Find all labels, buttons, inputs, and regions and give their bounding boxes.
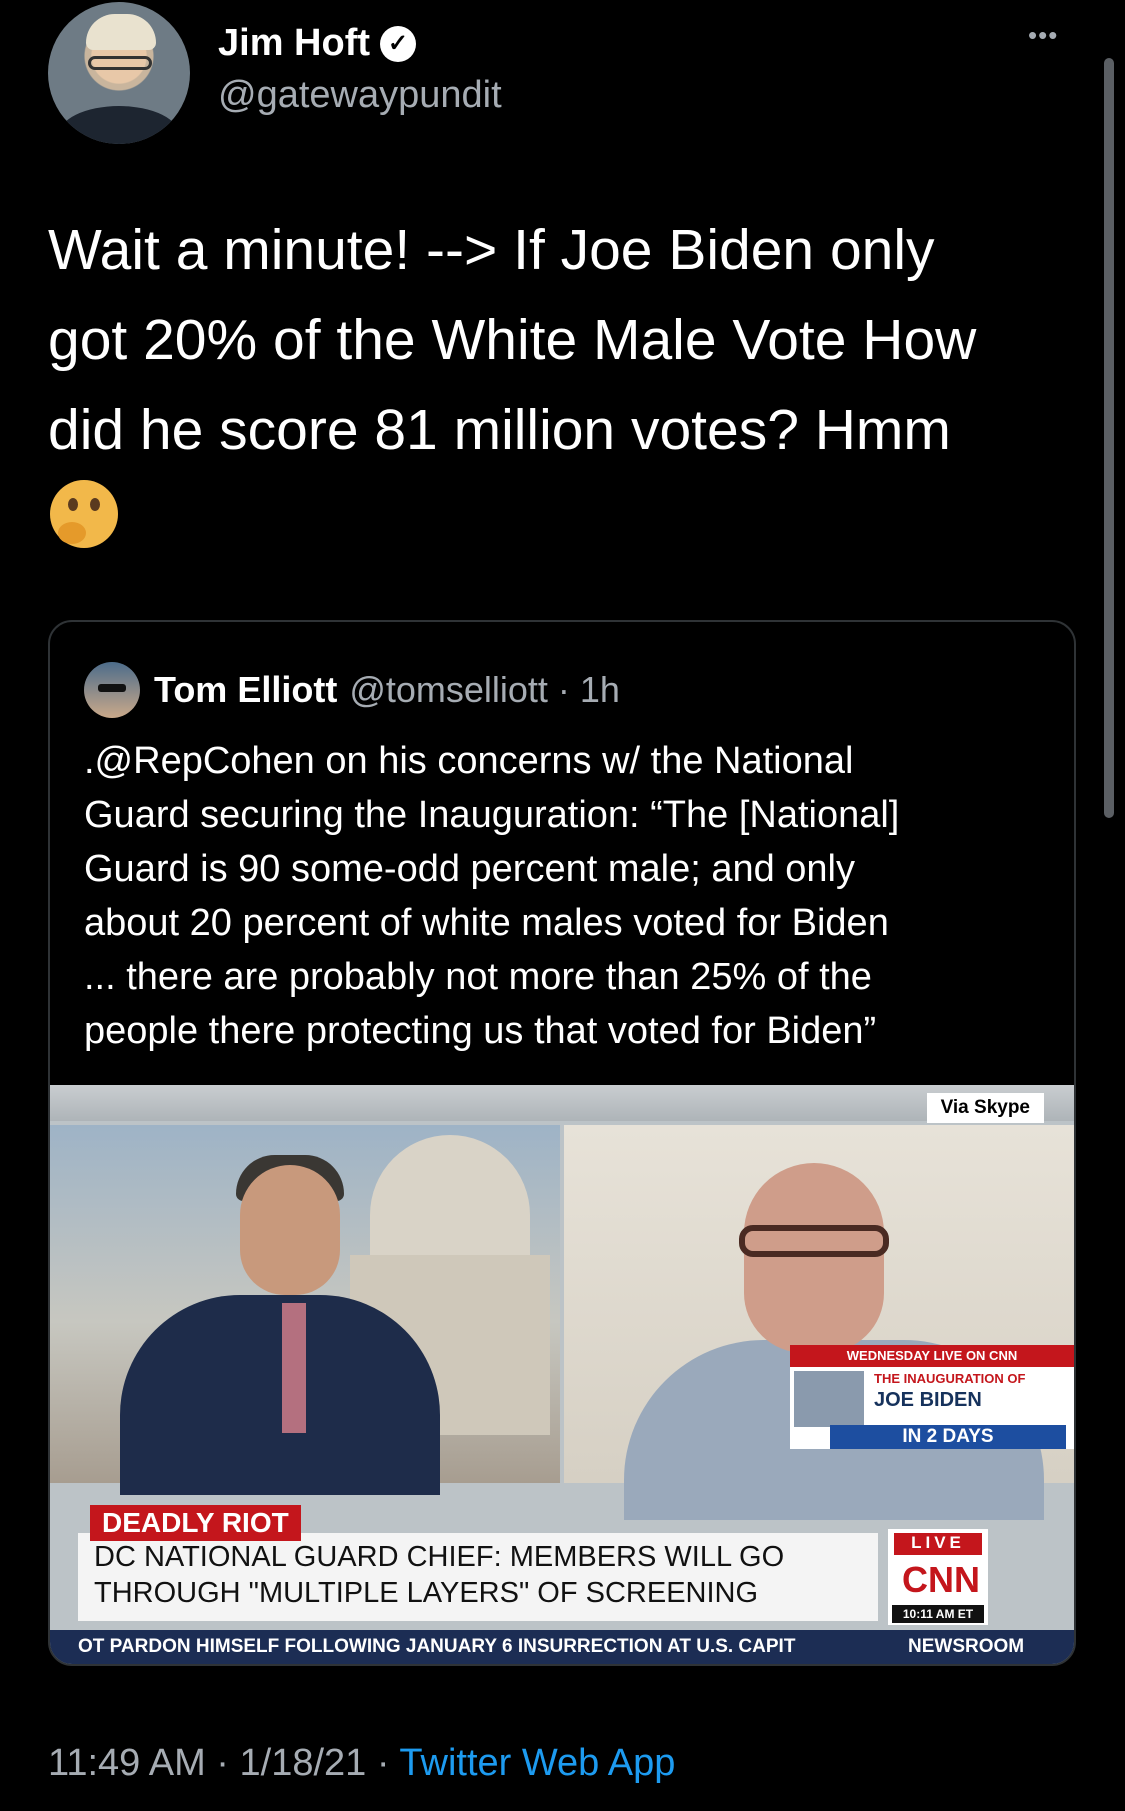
cnn-logo: CNN: [902, 1559, 980, 1600]
avatar-glasses: [88, 56, 152, 70]
quoted-tweet-text: .@RepCohen on his concerns w/ the Nation…: [84, 740, 900, 1052]
scrollbar[interactable]: [1104, 58, 1114, 818]
quoted-author-avatar[interactable]: [84, 662, 140, 718]
inauguration-promo: WEDNESDAY LIVE ON CNN THE INAUGURATION O…: [790, 1345, 1074, 1455]
via-skype-label: Via Skype: [926, 1093, 1044, 1123]
quoted-author-name[interactable]: Tom Elliott: [154, 669, 337, 711]
anchor-body: [120, 1295, 440, 1495]
chyron-headline: DC NATIONAL GUARD CHIEF: MEMBERS WILL GO…: [94, 1541, 785, 1609]
promo-box: THE INAUGURATION OF JOE BIDEN IN 2 DAYS: [790, 1367, 1074, 1449]
anchor-frame: [50, 1125, 560, 1495]
tweet-date[interactable]: 1/18/21: [240, 1742, 367, 1784]
anchor-head: [240, 1165, 340, 1295]
author-handle[interactable]: @gatewaypundit: [218, 74, 502, 117]
author-name[interactable]: Jim Hoft: [218, 22, 370, 65]
quoted-tweet[interactable]: Tom Elliott @tomselliott · 1h .@RepCohen…: [48, 620, 1076, 1666]
capitol-dome: [370, 1135, 530, 1255]
author-avatar[interactable]: [48, 2, 190, 144]
emoji-eye-right: [90, 498, 100, 511]
more-options-icon[interactable]: •••: [1028, 20, 1058, 51]
news-ticker: OT PARDON HIMSELF FOLLOWING JANUARY 6 IN…: [50, 1630, 1074, 1664]
tweet-text: Wait a minute! --> If Joe Biden only got…: [48, 218, 977, 462]
footer-separator: ·: [216, 1742, 229, 1784]
tweet-footer: 11:49 AM · 1/18/21 · Twitter Web App: [48, 1742, 675, 1785]
emoji-eye-left: [68, 498, 78, 511]
live-badge: LIVE: [894, 1533, 982, 1555]
footer-separator: ·: [376, 1742, 390, 1784]
guest-glasses: [739, 1225, 889, 1257]
promo-title: JOE BIDEN: [874, 1389, 982, 1411]
video-screenshot[interactable]: Via Skype WEDNESDAY LIVE ON CNN THE INAU…: [50, 1085, 1074, 1664]
verified-icon: ✓: [380, 25, 416, 62]
deadly-riot-tag: DEADLY RIOT: [90, 1505, 301, 1541]
promo-countdown: IN 2 DAYS: [830, 1425, 1066, 1449]
guest-head: [744, 1163, 884, 1353]
tweet-time[interactable]: 11:49 AM: [48, 1742, 206, 1784]
chyron: DEADLY RIOT DC NATIONAL GUARD CHIEF: MEM…: [78, 1505, 1068, 1625]
author-name-row: Jim Hoft ✓: [218, 22, 416, 65]
avatar-jacket: [58, 106, 180, 144]
quoted-tweet-header: Tom Elliott @tomselliott · 1h: [84, 662, 620, 718]
promo-photo: [794, 1371, 864, 1427]
ticker-text: OT PARDON HIMSELF FOLLOWING JANUARY 6 IN…: [78, 1636, 796, 1657]
thinking-face-icon: [50, 480, 118, 548]
emoji-hand: [58, 522, 86, 544]
video-top-bar: Via Skype: [50, 1085, 1074, 1123]
quoted-author-handle[interactable]: @tomselliott · 1h: [349, 669, 620, 711]
anchor-tie: [282, 1303, 306, 1433]
avatar-hair: [86, 14, 156, 50]
cnn-bug: LIVE CNN 10:11 AM ET: [888, 1529, 988, 1625]
broadcast-clock: 10:11 AM ET: [892, 1605, 984, 1623]
tweet-header: Jim Hoft ✓ @gatewaypundit •••: [48, 0, 1078, 160]
ticker-show-name: NEWSROOM: [908, 1636, 1025, 1657]
tweet-source-link[interactable]: Twitter Web App: [399, 1742, 675, 1784]
promo-subtitle: THE INAUGURATION OF: [874, 1371, 1026, 1386]
promo-top: WEDNESDAY LIVE ON CNN: [790, 1345, 1074, 1367]
